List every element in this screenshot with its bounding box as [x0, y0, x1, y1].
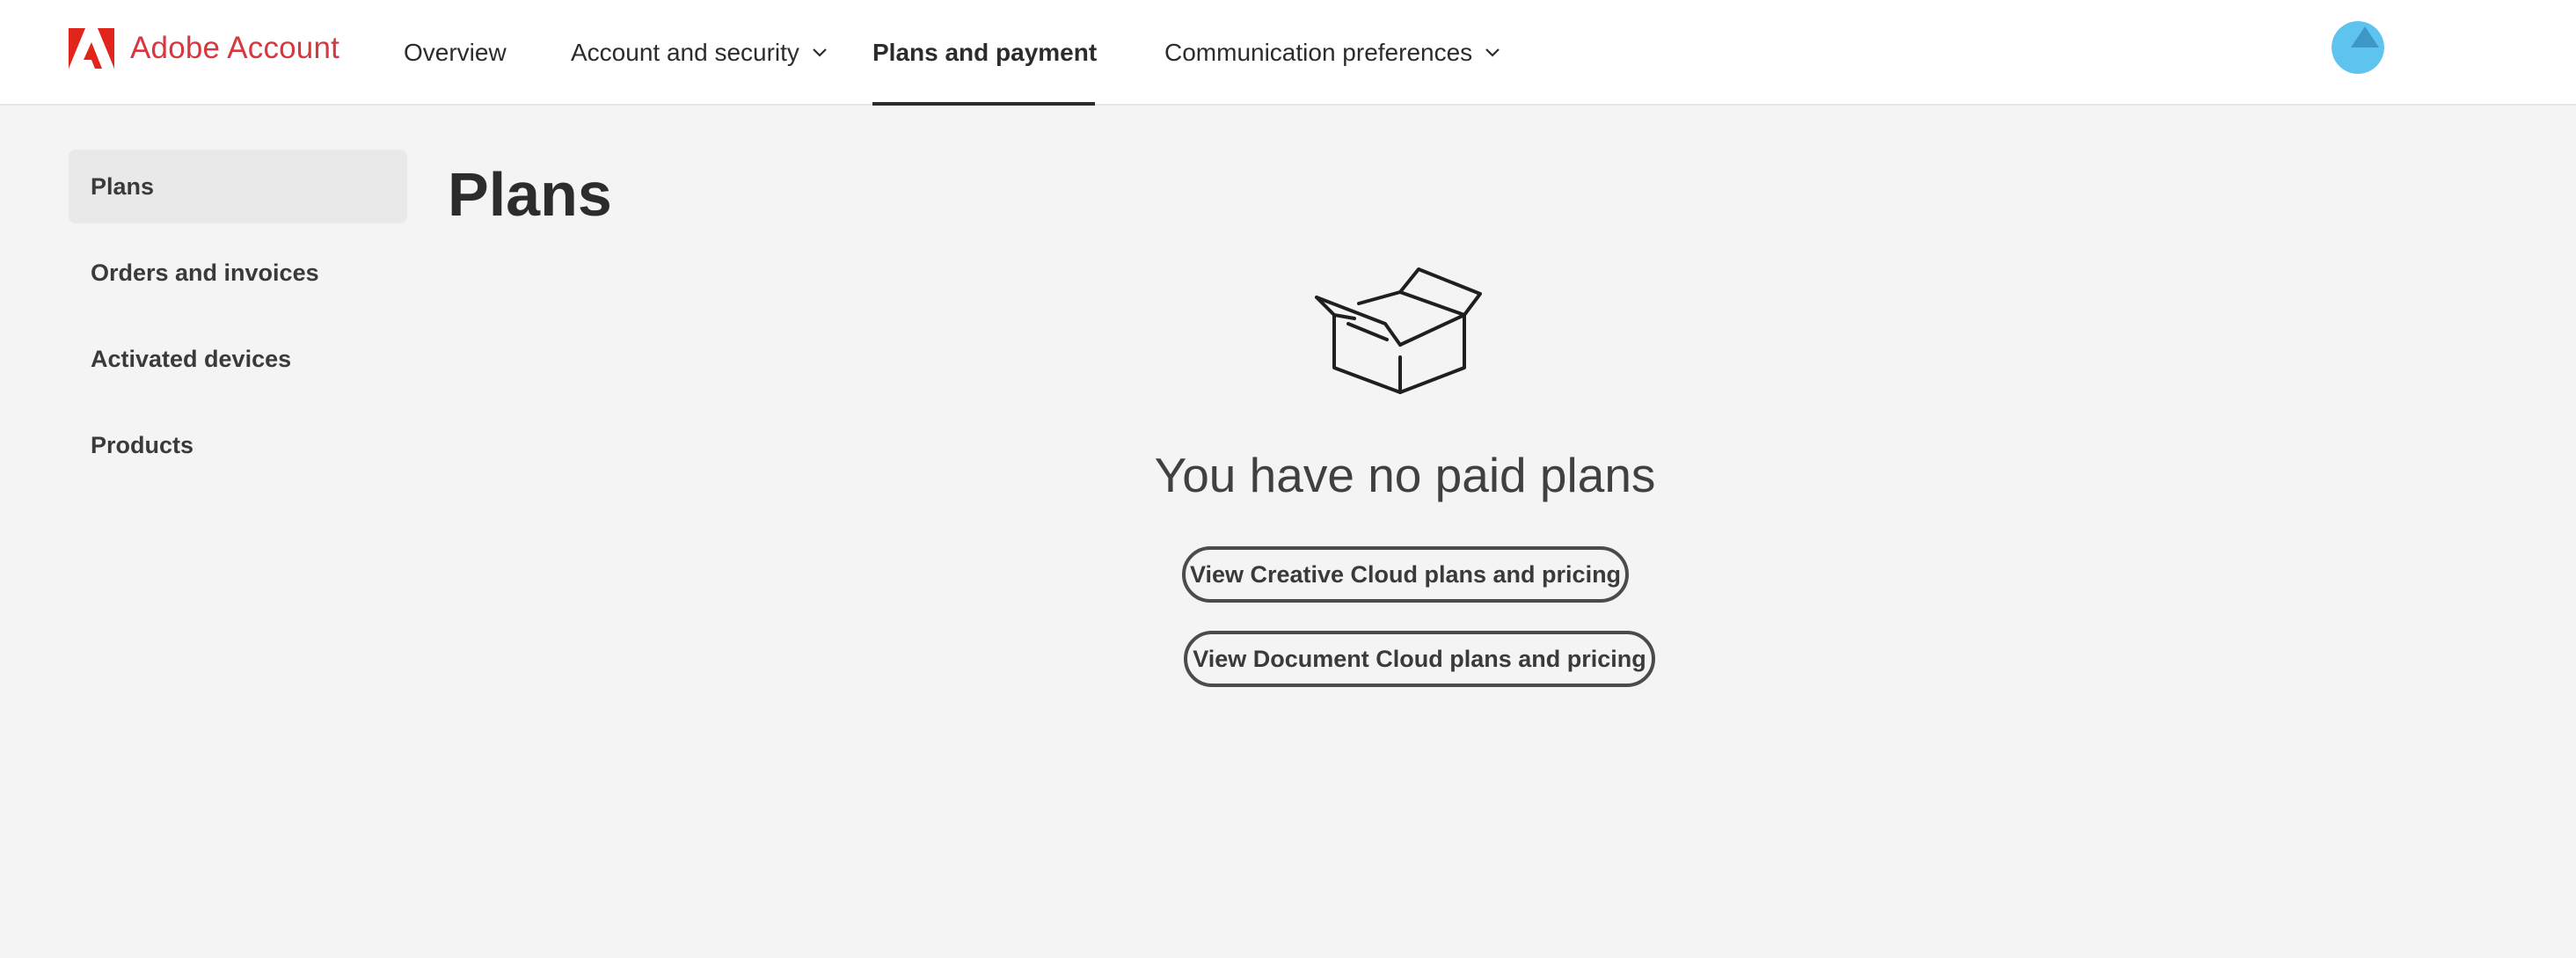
- nav-communication-preferences-label: Communication preferences: [1164, 39, 1473, 66]
- sidebar-item-label: Products: [91, 431, 194, 458]
- adobe-logo-icon: [69, 28, 114, 69]
- chevron-down-icon: [1485, 48, 1500, 57]
- nav-account-and-security-label: Account and security: [571, 39, 799, 66]
- nav-plans-and-payment-label: Plans and payment: [872, 39, 1098, 66]
- view-creative-cloud-plans-button[interactable]: View Creative Cloud plans and pricing: [1182, 546, 1629, 603]
- nav-plans-and-payment[interactable]: Plans and payment: [872, 0, 1098, 106]
- adobe-account-home-link[interactable]: Adobe Account: [69, 26, 339, 70]
- chevron-down-icon: [813, 48, 827, 57]
- sidebar-item-label: Plans: [91, 172, 155, 200]
- open-box-icon: [1315, 267, 1482, 394]
- sidebar-item-orders-and-invoices[interactable]: Orders and invoices: [69, 236, 407, 310]
- view-document-cloud-plans-button[interactable]: View Document Cloud plans and pricing: [1184, 631, 1655, 687]
- sidebar-item-label: Orders and invoices: [91, 259, 319, 286]
- nav-account-and-security[interactable]: Account and security: [571, 0, 828, 106]
- sidebar-item-products[interactable]: Products: [69, 408, 407, 482]
- page-title: Plans: [448, 160, 612, 229]
- nav-communication-preferences[interactable]: Communication preferences: [1164, 0, 1500, 106]
- sidebar-item-plans[interactable]: Plans: [69, 150, 407, 223]
- sidebar-item-label: Activated devices: [91, 345, 292, 372]
- top-header: Adobe Account Overview Account and secur…: [0, 0, 2576, 106]
- brand-name: Adobe Account: [130, 31, 340, 65]
- user-avatar[interactable]: [2332, 21, 2384, 74]
- empty-state-message: You have no paid plans: [1154, 448, 1656, 502]
- nav-overview[interactable]: Overview: [404, 0, 507, 106]
- sidebar-item-activated-devices[interactable]: Activated devices: [69, 322, 407, 396]
- nav-overview-label: Overview: [404, 39, 507, 66]
- user-avatar-icon: [2332, 21, 2384, 74]
